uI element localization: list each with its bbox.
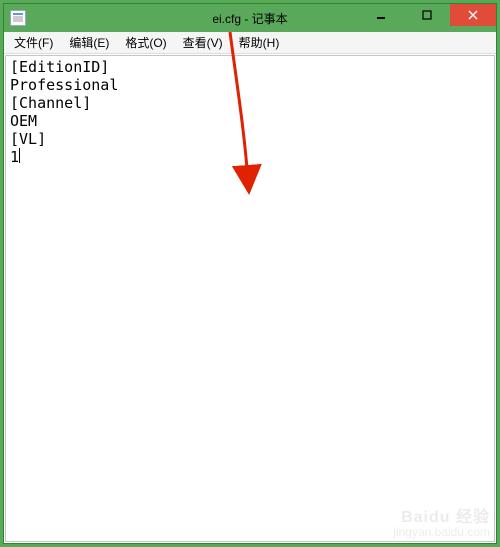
app-icon: [10, 10, 26, 26]
text-caret: [19, 148, 20, 163]
editor-text[interactable]: [EditionID] Professional [Channel] OEM […: [6, 56, 494, 168]
menu-view[interactable]: 查看(V): [175, 32, 231, 53]
line: Professional: [10, 76, 118, 94]
menu-help[interactable]: 帮助(H): [231, 32, 288, 53]
menu-file[interactable]: 文件(F): [6, 32, 61, 53]
close-button[interactable]: [450, 4, 496, 26]
line: 1: [10, 148, 19, 166]
line: [Channel]: [10, 94, 91, 112]
titlebar[interactable]: ei.cfg - 记事本: [4, 4, 496, 32]
line: OEM: [10, 112, 37, 130]
window-controls: [358, 4, 496, 26]
menubar: 文件(F) 编辑(E) 格式(O) 查看(V) 帮助(H): [4, 32, 496, 54]
maximize-icon: [422, 10, 432, 20]
menu-edit[interactable]: 编辑(E): [61, 32, 117, 53]
editor-area[interactable]: [EditionID] Professional [Channel] OEM […: [5, 55, 495, 542]
minimize-button[interactable]: [358, 4, 404, 26]
close-icon: [468, 10, 478, 20]
line: [EditionID]: [10, 58, 109, 76]
menu-format[interactable]: 格式(O): [117, 32, 174, 53]
minimize-icon: [376, 10, 386, 20]
notepad-window: ei.cfg - 记事本 文件(F) 编辑(E) 格式(O) 查看(V) 帮助(…: [3, 3, 497, 544]
maximize-button[interactable]: [404, 4, 450, 26]
line: [VL]: [10, 130, 46, 148]
window-title: ei.cfg - 记事本: [212, 10, 287, 27]
